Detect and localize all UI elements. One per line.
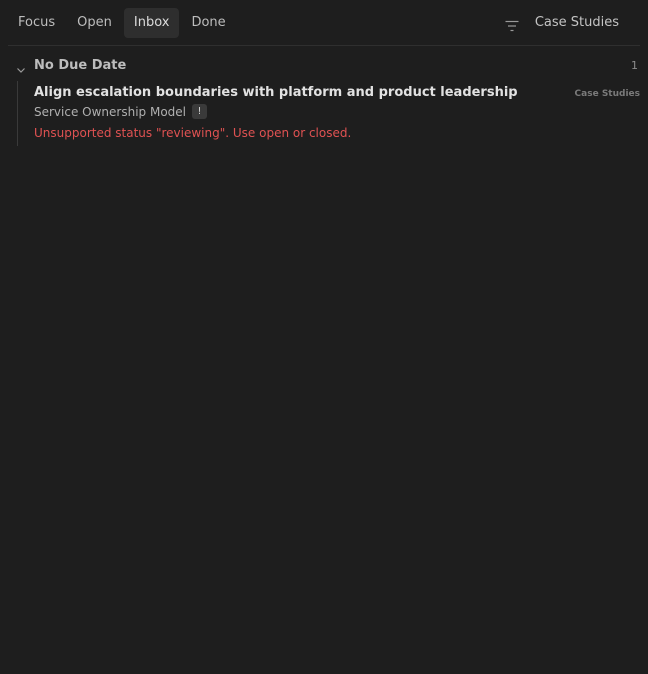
tab-done[interactable]: Done — [181, 8, 235, 38]
project-filter[interactable]: Case Studies — [535, 15, 619, 30]
task-item[interactable]: Align escalation boundaries with platfor… — [17, 81, 640, 146]
group-count: 1 — [631, 58, 638, 72]
priority-badge: ! — [192, 104, 207, 119]
task-title[interactable]: Align escalation boundaries with platfor… — [34, 85, 518, 100]
filter-icon[interactable] — [505, 17, 519, 31]
task-subtitle: Service Ownership Model — [34, 104, 186, 119]
group-title: No Due Date — [34, 57, 127, 73]
tab-open[interactable]: Open — [67, 8, 122, 38]
group-header-no-due-date[interactable]: No Due Date 1 — [8, 53, 640, 77]
tab-inbox[interactable]: Inbox — [123, 7, 180, 38]
task-project-label: Case Studies — [574, 89, 640, 99]
toolbar: Focus Open Inbox Done Case Studies — [8, 0, 640, 46]
status-error-message: Unsupported status "reviewing". Use open… — [34, 126, 352, 140]
chevron-down-icon[interactable] — [16, 60, 26, 73]
task-subline: Service Ownership Model ! — [34, 104, 207, 119]
tab-focus[interactable]: Focus — [8, 8, 65, 38]
